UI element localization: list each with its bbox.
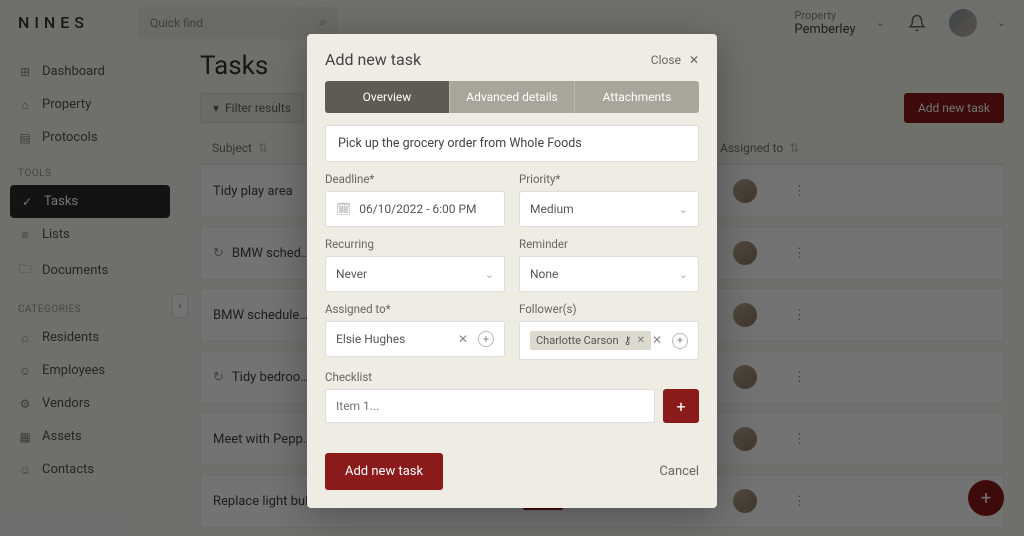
assigned-input[interactable]: Elsie Hughes ✕ + (325, 321, 505, 357)
link-icon: ⚷ (624, 334, 632, 347)
add-task-modal: Add new task Close ✕ Overview Advanced de… (307, 34, 717, 508)
checklist-add-button[interactable]: + (663, 389, 699, 423)
priority-label: Priority* (519, 172, 699, 186)
add-icon[interactable]: + (478, 331, 494, 347)
recurring-value: Never (336, 267, 367, 281)
chevron-down-icon: ⌄ (679, 268, 688, 281)
task-title-input[interactable] (325, 125, 699, 162)
close-icon: ✕ (689, 53, 699, 67)
checklist-label: Checklist (325, 370, 699, 384)
reminder-select[interactable]: None ⌄ (519, 256, 699, 292)
deadline-value: 06/10/2022 - 6:00 PM (359, 202, 476, 216)
modal-overlay: Add new task Close ✕ Overview Advanced de… (0, 0, 1024, 536)
assigned-value: Elsie Hughes (336, 332, 405, 346)
deadline-input[interactable]: 🗓 06/10/2022 - 6:00 PM (325, 191, 505, 227)
tab-overview[interactable]: Overview (325, 81, 449, 113)
recurring-select[interactable]: Never ⌄ (325, 256, 505, 292)
followers-input[interactable]: Charlotte Carson ⚷ ✕ ✕ + (519, 321, 699, 360)
followers-label: Follower(s) (519, 302, 699, 316)
modal-title: Add new task (325, 50, 421, 69)
follower-chip: Charlotte Carson ⚷ ✕ (530, 331, 651, 350)
submit-button[interactable]: Add new task (325, 453, 443, 490)
tab-attachments[interactable]: Attachments (574, 81, 699, 113)
tab-advanced[interactable]: Advanced details (449, 81, 574, 113)
cancel-button[interactable]: Cancel (659, 464, 699, 479)
deadline-label: Deadline* (325, 172, 505, 186)
clear-icon[interactable]: ✕ (458, 332, 468, 346)
chip-remove-icon[interactable]: ✕ (637, 335, 645, 346)
reminder-value: None (530, 267, 558, 281)
assigned-label: Assigned to* (325, 302, 505, 316)
priority-select[interactable]: Medium ⌄ (519, 191, 699, 227)
recurring-label: Recurring (325, 237, 505, 251)
close-button[interactable]: Close ✕ (651, 53, 699, 67)
chevron-down-icon: ⌄ (679, 203, 688, 216)
add-icon[interactable]: + (672, 333, 688, 349)
chip-label: Charlotte Carson (536, 334, 619, 347)
priority-value: Medium (530, 202, 574, 216)
checklist-item-input[interactable] (325, 389, 655, 423)
calendar-icon: 🗓 (336, 202, 351, 216)
clear-icon[interactable]: ✕ (652, 333, 662, 347)
close-label: Close (651, 53, 681, 67)
chevron-down-icon: ⌄ (485, 268, 494, 281)
reminder-label: Reminder (519, 237, 699, 251)
